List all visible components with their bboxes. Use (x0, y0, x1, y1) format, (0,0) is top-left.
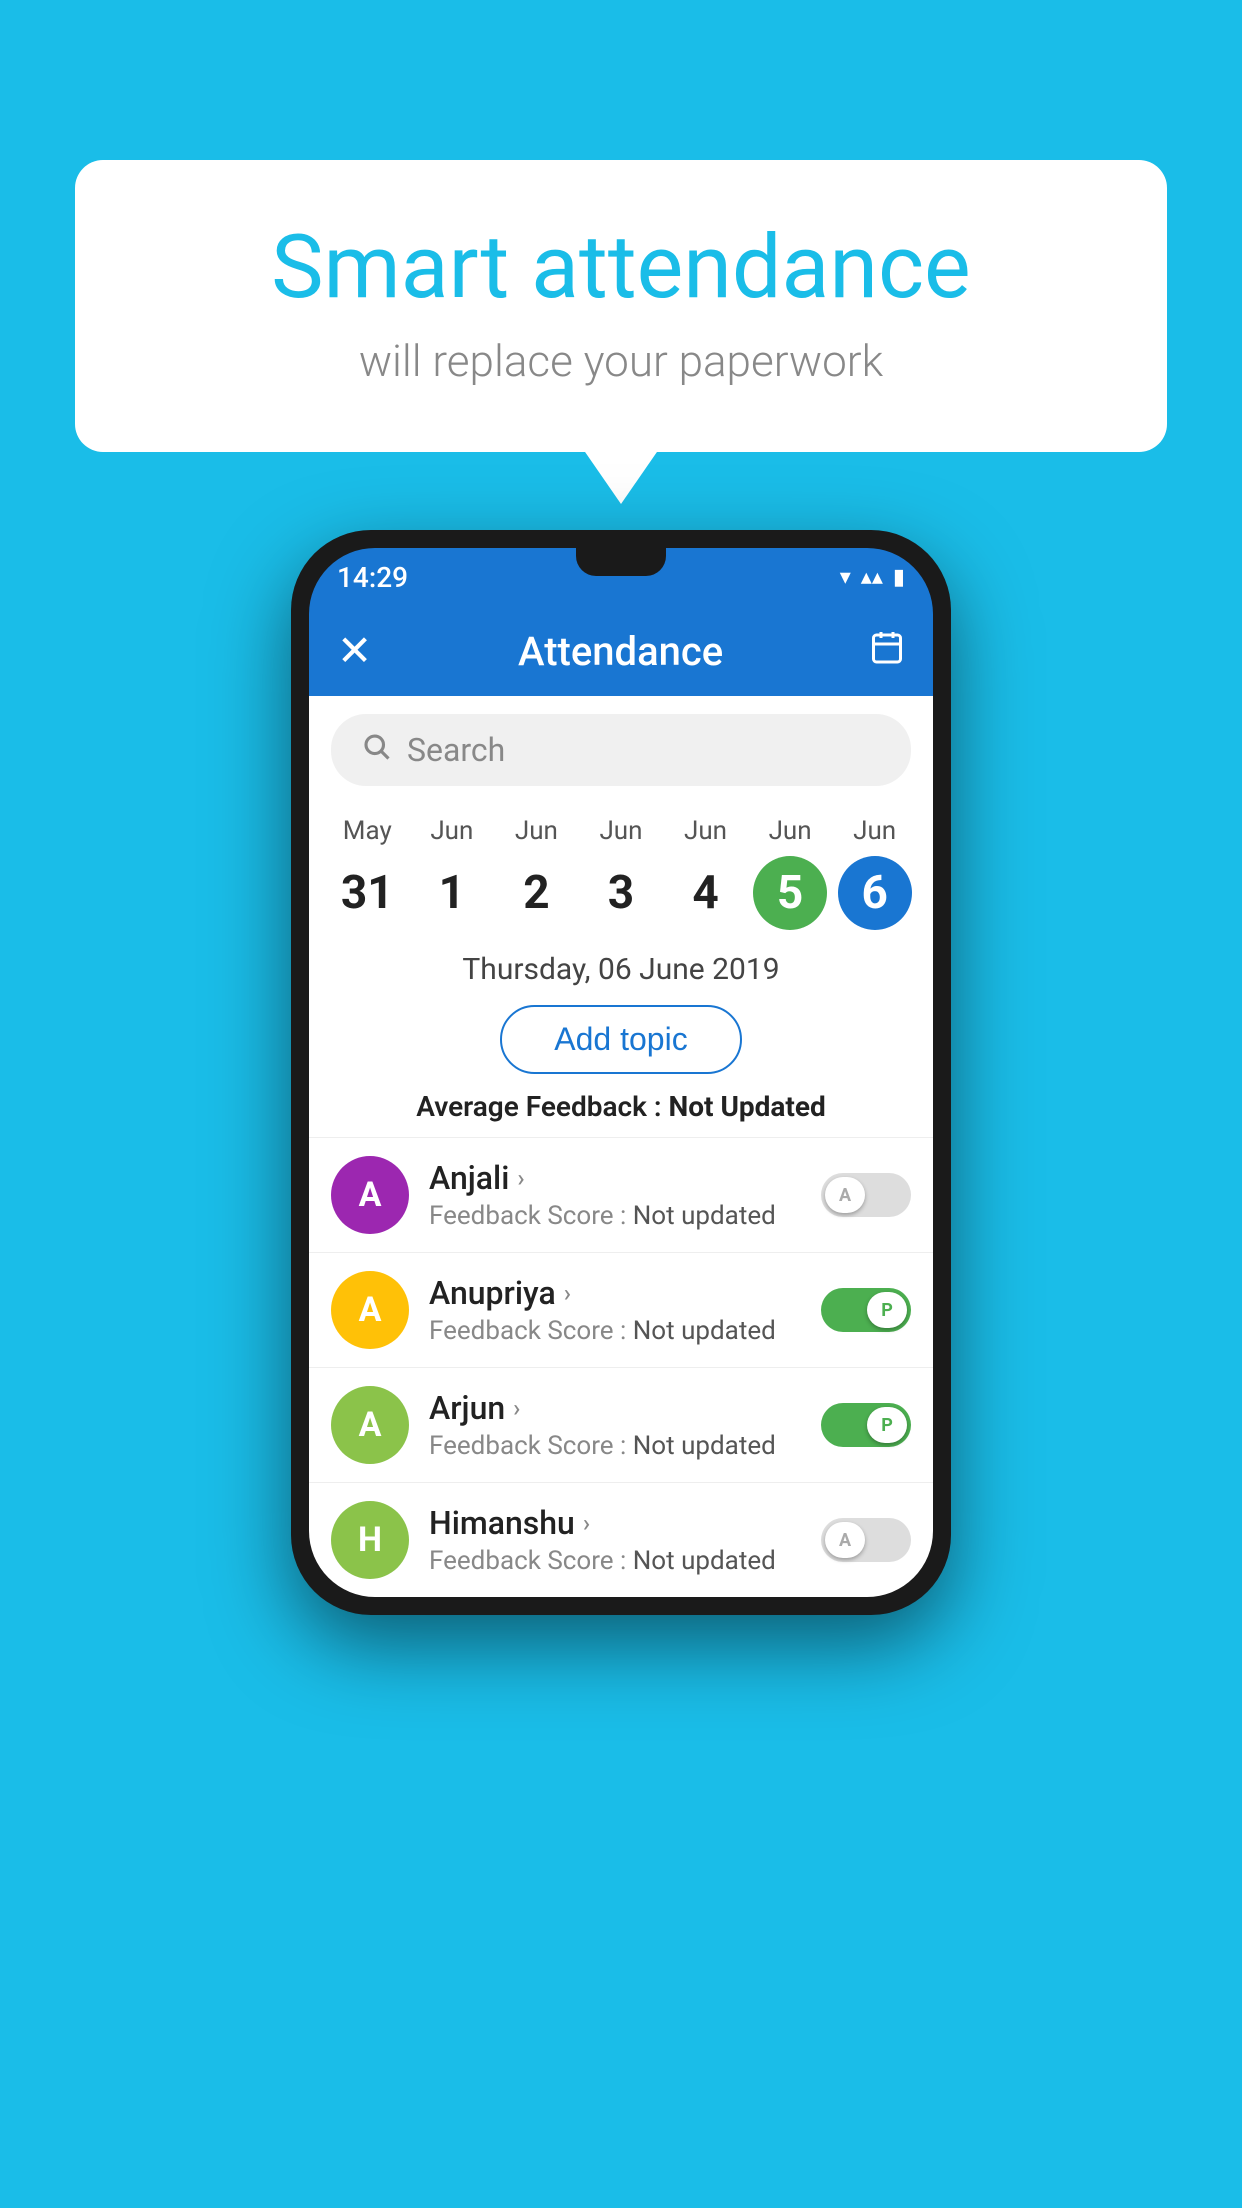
date-month-5: Jun (769, 816, 812, 846)
date-num-0[interactable]: 31 (330, 856, 404, 930)
student-feedback-2: Feedback Score : Not updated (429, 1431, 801, 1461)
chevron-icon: › (513, 1394, 520, 1422)
date-month-3: Jun (599, 816, 642, 846)
student-row-2[interactable]: A Arjun › Feedback Score : Not updated P (309, 1367, 933, 1482)
student-avatar-1: A (331, 1271, 409, 1349)
speech-bubble-container: Smart attendance will replace your paper… (75, 160, 1167, 452)
status-icons: ▾ ▴▴ ▮ (840, 565, 905, 590)
date-col-6[interactable]: Jun 6 (835, 816, 915, 930)
date-num-4[interactable]: 4 (669, 856, 743, 930)
attendance-toggle-3[interactable]: A (821, 1518, 911, 1562)
search-icon (361, 731, 391, 769)
feedback-value-0: Not updated (633, 1201, 776, 1231)
search-bar[interactable]: Search (331, 714, 911, 786)
date-num-3[interactable]: 3 (584, 856, 658, 930)
bubble-subtitle: will replace your paperwork (155, 335, 1087, 387)
chevron-icon: › (517, 1164, 524, 1192)
date-month-1: Jun (430, 816, 473, 846)
date-col-0[interactable]: May 31 (327, 816, 407, 930)
toggle-knob-0: A (825, 1177, 865, 1213)
bubble-title: Smart attendance (155, 220, 1087, 317)
student-feedback-0: Feedback Score : Not updated (429, 1201, 801, 1231)
student-row-1[interactable]: A Anupriya › Feedback Score : Not updated P (309, 1252, 933, 1367)
student-avatar-0: A (331, 1156, 409, 1234)
signal-icon: ▴▴ (861, 565, 883, 590)
student-row-3[interactable]: H Himanshu › Feedback Score : Not updated A (309, 1482, 933, 1597)
status-time: 14:29 (337, 561, 408, 594)
phone-wrapper: 14:29 ▾ ▴▴ ▮ ✕ Attendance (291, 530, 951, 1615)
student-info-3: Himanshu › Feedback Score : Not updated (429, 1504, 801, 1576)
date-num-5[interactable]: 5 (753, 856, 827, 930)
student-info-0: Anjali › Feedback Score : Not updated (429, 1159, 801, 1231)
avg-feedback-value: Not Updated (668, 1090, 825, 1123)
date-month-4: Jun (684, 816, 727, 846)
toggle-knob-1: P (867, 1292, 907, 1328)
date-month-0: May (343, 816, 392, 846)
close-button[interactable]: ✕ (337, 626, 372, 676)
student-name-3: Himanshu › (429, 1504, 801, 1542)
student-avatar-3: H (331, 1501, 409, 1579)
student-info-1: Anupriya › Feedback Score : Not updated (429, 1274, 801, 1346)
chevron-icon: › (564, 1279, 571, 1307)
student-name-0: Anjali › (429, 1159, 801, 1197)
app-bar: ✕ Attendance (309, 606, 933, 696)
date-col-5[interactable]: Jun 5 (750, 816, 830, 930)
student-name-2: Arjun › (429, 1389, 801, 1427)
student-feedback-1: Feedback Score : Not updated (429, 1316, 801, 1346)
calendar-row: May 31 Jun 1 Jun 2 Jun 3 Jun 4 Jun 5 Jun 6 (309, 804, 933, 930)
search-input[interactable]: Search (407, 731, 505, 769)
toggle-knob-3: A (825, 1522, 865, 1558)
date-num-2[interactable]: 2 (499, 856, 573, 930)
status-bar: 14:29 ▾ ▴▴ ▮ (309, 548, 933, 606)
phone-outer: 14:29 ▾ ▴▴ ▮ ✕ Attendance (291, 530, 951, 1615)
wifi-icon: ▾ (840, 565, 851, 590)
phone-inner: 14:29 ▾ ▴▴ ▮ ✕ Attendance (309, 548, 933, 1597)
toggle-knob-2: P (867, 1407, 907, 1443)
student-name-1: Anupriya › (429, 1274, 801, 1312)
avg-feedback-label: Average Feedback : (416, 1090, 668, 1123)
student-row-0[interactable]: A Anjali › Feedback Score : Not updated A (309, 1137, 933, 1252)
date-month-2: Jun (515, 816, 558, 846)
feedback-value-1: Not updated (633, 1316, 776, 1346)
feedback-value-2: Not updated (633, 1431, 776, 1461)
date-month-6: Jun (853, 816, 896, 846)
date-col-1[interactable]: Jun 1 (412, 816, 492, 930)
notch (576, 548, 666, 576)
feedback-value-3: Not updated (633, 1546, 776, 1576)
speech-bubble: Smart attendance will replace your paper… (75, 160, 1167, 452)
student-feedback-3: Feedback Score : Not updated (429, 1546, 801, 1576)
student-list: AAnjali ›Feedback Score : Not updatedAAA… (309, 1137, 933, 1597)
app-bar-title: Attendance (372, 628, 869, 675)
calendar-icon[interactable] (869, 629, 905, 674)
date-col-3[interactable]: Jun 3 (581, 816, 661, 930)
attendance-toggle-0[interactable]: A (821, 1173, 911, 1217)
chevron-icon: › (583, 1509, 590, 1537)
content-area: Search May 31 Jun 1 Jun 2 Jun 3 Jun 4 Jun 5 Jun 6 Thu… (309, 696, 933, 1597)
student-info-2: Arjun › Feedback Score : Not updated (429, 1389, 801, 1461)
average-feedback: Average Feedback : Not Updated (309, 1090, 933, 1123)
attendance-toggle-1[interactable]: P (821, 1288, 911, 1332)
date-num-1[interactable]: 1 (415, 856, 489, 930)
date-num-6[interactable]: 6 (838, 856, 912, 930)
selected-date-label: Thursday, 06 June 2019 (309, 930, 933, 995)
date-col-2[interactable]: Jun 2 (496, 816, 576, 930)
attendance-toggle-2[interactable]: P (821, 1403, 911, 1447)
student-avatar-2: A (331, 1386, 409, 1464)
date-col-4[interactable]: Jun 4 (666, 816, 746, 930)
battery-icon: ▮ (893, 565, 905, 590)
add-topic-button[interactable]: Add topic (500, 1005, 741, 1074)
